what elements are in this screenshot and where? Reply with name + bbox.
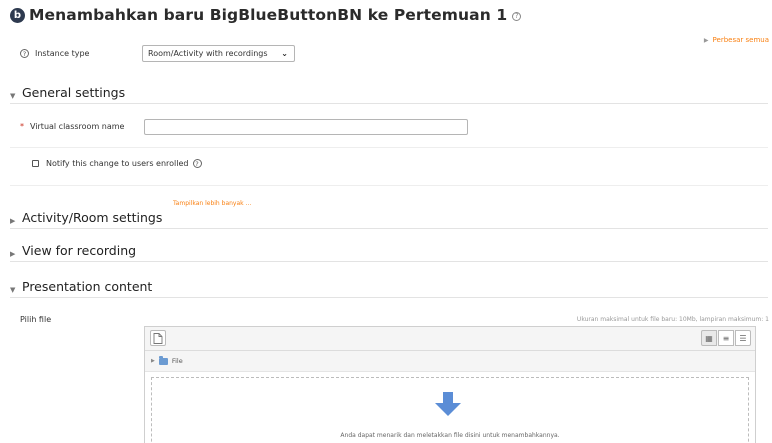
instance-type-row: ? Instance type bbox=[20, 49, 89, 58]
list-view-icon[interactable]: ≡ bbox=[718, 330, 734, 346]
triangle-right-icon: ▶ bbox=[10, 250, 16, 258]
section-view-for-recording[interactable]: ▶ View for recording bbox=[10, 243, 768, 262]
notify-checkbox[interactable] bbox=[32, 160, 39, 167]
folder-label: File bbox=[171, 357, 183, 365]
divider bbox=[10, 147, 768, 148]
triangle-right-icon: ▶ bbox=[10, 217, 16, 225]
section-title: Presentation content bbox=[22, 279, 153, 294]
virtual-classroom-row: * Virtual classroom name bbox=[20, 122, 124, 131]
file-picker-label-row: Pilih file bbox=[20, 315, 51, 324]
page-title: b Menambahkan baru BigBlueButtonBN ke Pe… bbox=[10, 6, 522, 24]
grid-view-icon[interactable]: ▦ bbox=[701, 330, 717, 346]
section-title: View for recording bbox=[22, 243, 137, 258]
file-drop-zone[interactable]: Anda dapat menarik dan meletakkan file d… bbox=[151, 377, 749, 443]
drop-instructions: Anda dapat menarik dan meletakkan file d… bbox=[340, 432, 560, 439]
file-add-icon[interactable] bbox=[150, 330, 166, 346]
instance-type-select[interactable]: Room/Activity with recordings ⌄ bbox=[142, 45, 295, 62]
section-activity-room-settings[interactable]: ▶ Activity/Room settings bbox=[10, 210, 768, 229]
tree-view-icon[interactable]: ☰ bbox=[735, 330, 751, 346]
chevron-down-icon: ⌄ bbox=[281, 49, 288, 58]
required-mark: * bbox=[20, 122, 24, 131]
triangle-down-icon: ▼ bbox=[10, 286, 16, 294]
bigbluebutton-logo-icon: b bbox=[10, 7, 25, 23]
question-circle-icon[interactable]: ? bbox=[192, 159, 202, 168]
triangle-right-icon: ▶ bbox=[703, 36, 709, 44]
notify-label: Notify this change to users enrolled bbox=[46, 159, 189, 168]
question-circle-icon[interactable]: ? bbox=[20, 49, 29, 58]
arrow-down-icon bbox=[435, 392, 461, 416]
section-title: Activity/Room settings bbox=[22, 210, 163, 225]
instance-type-selected: Room/Activity with recordings bbox=[148, 49, 268, 58]
virtual-classroom-label: Virtual classroom name bbox=[30, 122, 125, 131]
expand-all-link[interactable]: ▶ Perbesar semua bbox=[704, 36, 769, 44]
file-manager: ▦ ≡ ☰ ▶ File Anda dapat menarik dan mele… bbox=[144, 326, 756, 443]
divider bbox=[10, 185, 768, 186]
show-more-link[interactable]: Tampilkan lebih banyak ... bbox=[173, 200, 251, 207]
expand-all-label: Perbesar semua bbox=[712, 36, 769, 44]
instance-type-label: Instance type bbox=[35, 49, 90, 58]
file-manager-toolbar: ▦ ≡ ☰ bbox=[145, 327, 755, 351]
triangle-right-icon: ▶ bbox=[151, 358, 155, 364]
triangle-down-icon: ▼ bbox=[10, 92, 16, 100]
folder-icon bbox=[158, 355, 168, 365]
file-manager-path[interactable]: ▶ File bbox=[145, 351, 755, 372]
notify-row: Notify this change to users enrolled ? bbox=[32, 159, 202, 168]
question-circle-icon[interactable]: ? bbox=[512, 11, 522, 21]
virtual-classroom-name-input[interactable] bbox=[144, 119, 468, 135]
section-presentation-content[interactable]: ▼ Presentation content bbox=[10, 279, 768, 298]
view-switcher: ▦ ≡ ☰ bbox=[700, 330, 751, 346]
page-title-text: Menambahkan baru BigBlueButtonBN ke Pert… bbox=[29, 6, 508, 24]
file-picker-label: Pilih file bbox=[20, 315, 52, 324]
max-size-note: Ukuran maksimal untuk file baru: 10Mb, l… bbox=[576, 316, 769, 323]
section-general-settings[interactable]: ▼ General settings bbox=[10, 85, 768, 104]
section-title: General settings bbox=[22, 85, 126, 100]
